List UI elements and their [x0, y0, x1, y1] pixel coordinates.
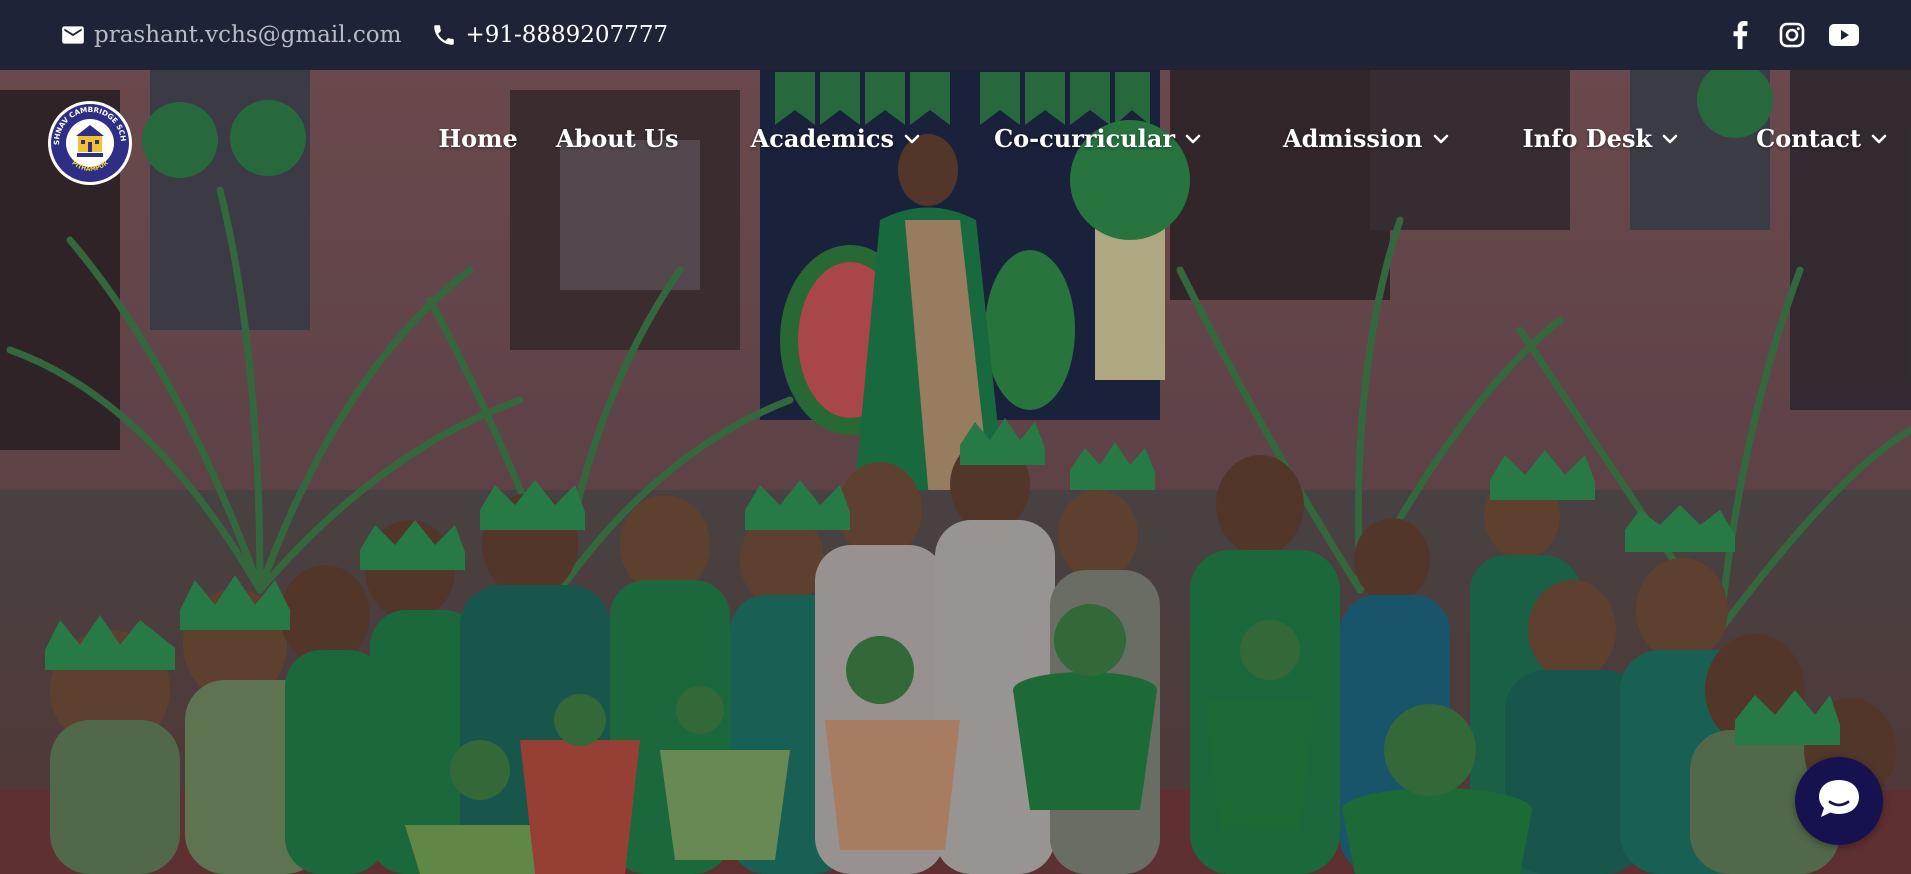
chevron-down-icon [1185, 134, 1201, 144]
phone-number: +91-8889207777 [465, 22, 669, 48]
hero-banner [0, 70, 1911, 874]
nav-item-home[interactable]: Home [438, 124, 517, 153]
nav-item-label: Admission [1282, 124, 1423, 153]
email-link[interactable]: prashant.vchs@gmail.com [60, 22, 401, 48]
nav-item-admission[interactable]: Admission [1283, 124, 1449, 153]
nav-item-label: Contact [1756, 124, 1861, 153]
nav-item-contact[interactable]: Contact [1756, 124, 1887, 153]
nav-item-label: Home [438, 124, 518, 153]
page: prashant.vchs@gmail.com +91-8889207777 S… [0, 0, 1911, 874]
phone-icon [431, 22, 457, 48]
nav-item-label: Academics [750, 124, 895, 153]
hero-overlay [0, 70, 1911, 874]
nav-item-co-curricular[interactable]: Co-curricular [994, 124, 1201, 153]
chevron-down-icon [904, 134, 920, 144]
contact-info: prashant.vchs@gmail.com +91-8889207777 [60, 22, 668, 48]
chevron-down-icon [1433, 134, 1449, 144]
school-logo[interactable]: VAISHNAV CAMBRIDGE SCHOOL PITHAMPUR [44, 93, 133, 186]
youtube-icon[interactable] [1829, 20, 1859, 50]
nav-menu: Home About Us Academics Co-curricular Ad… [438, 124, 1887, 153]
instagram-icon[interactable] [1777, 20, 1807, 50]
nav-item-label: Co-curricular [994, 124, 1175, 153]
top-contact-bar: prashant.vchs@gmail.com +91-8889207777 [0, 0, 1911, 70]
social-links [1725, 20, 1859, 50]
mail-icon [60, 22, 86, 48]
chat-button[interactable] [1795, 757, 1883, 845]
facebook-icon[interactable] [1725, 20, 1755, 50]
main-navbar: VAISHNAV CAMBRIDGE SCHOOL PITHAMPUR Home… [0, 93, 1911, 186]
nav-item-info-desk[interactable]: Info Desk [1523, 124, 1679, 153]
chat-bubble-icon [1816, 777, 1862, 825]
chevron-down-icon [1871, 134, 1887, 144]
phone-link[interactable]: +91-8889207777 [431, 22, 668, 48]
nav-item-academics[interactable]: Academics [751, 124, 920, 153]
email-address: prashant.vchs@gmail.com [94, 22, 402, 48]
nav-item-about-us[interactable]: About Us [556, 124, 679, 153]
chevron-down-icon [1662, 134, 1678, 144]
nav-item-label: Info Desk [1522, 124, 1653, 153]
nav-item-label: About Us [555, 124, 679, 153]
